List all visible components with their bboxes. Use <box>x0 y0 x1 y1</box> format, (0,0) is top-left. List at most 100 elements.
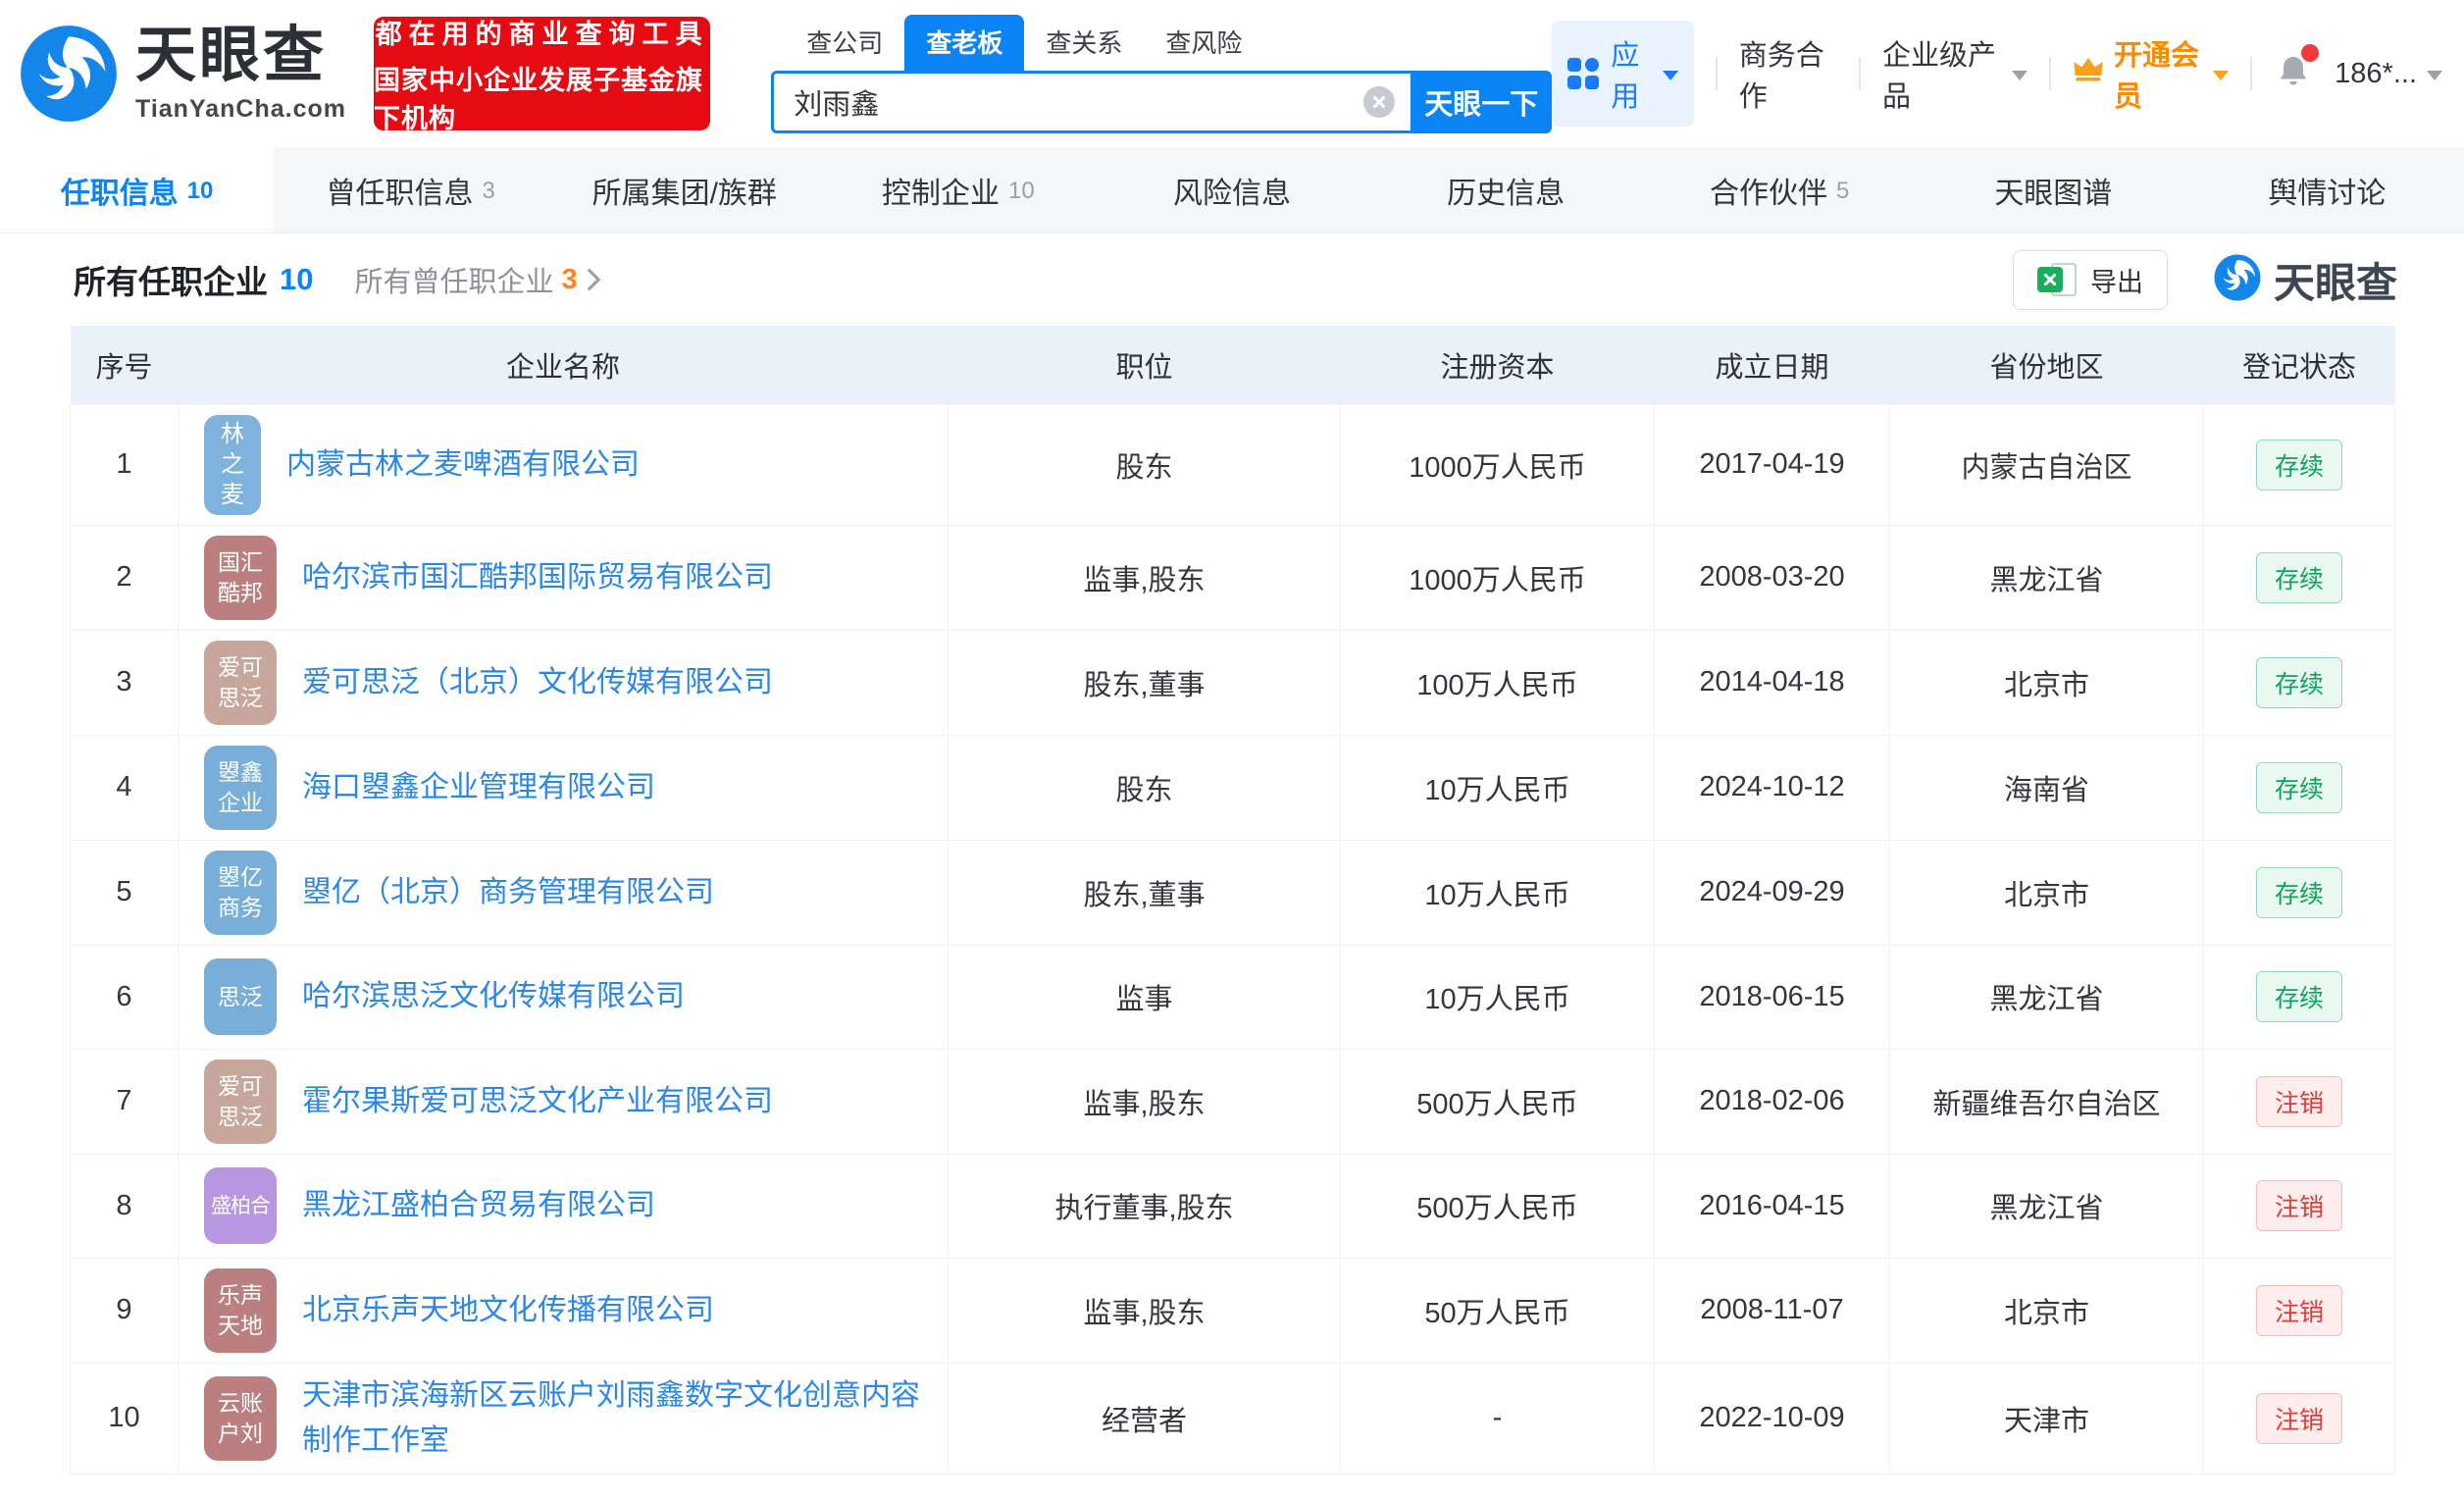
brand-domain: TianYanCha.com <box>135 95 346 124</box>
capital-cell: 50万人民币 <box>1340 1257 1655 1364</box>
status-badge: 注销 <box>2255 1284 2342 1336</box>
former-positions-link[interactable]: 所有曾任职企业 3 <box>354 259 601 300</box>
divider <box>2049 57 2051 90</box>
company-logo[interactable]: 盛柏合 <box>204 1167 277 1244</box>
search-tab-relation[interactable]: 查关系 <box>1024 15 1144 71</box>
company-logo[interactable]: 爱可 思泛 <box>204 1059 277 1144</box>
date-cell: 2017-04-19 <box>1654 403 1890 526</box>
tab-public-opinion[interactable]: 舆情讨论 <box>2190 147 2464 233</box>
position-cell: 股东 <box>948 403 1341 526</box>
apps-menu[interactable]: 应用 <box>1552 21 1694 127</box>
export-button[interactable]: 导出 <box>2012 249 2168 310</box>
company-logo[interactable]: 曌亿 商务 <box>204 850 277 935</box>
position-cell: 监事,股东 <box>948 1257 1341 1364</box>
region-cell: 天津市 <box>1889 1362 2204 1474</box>
profile-tabbar: 任职信息 10 曾任职信息 3 所属集团/族群 控制企业 10 风险信息 历史信息 合… <box>0 147 2464 233</box>
company-name-link[interactable]: 哈尔滨思泛文化传媒有限公司 <box>302 974 685 1019</box>
tab-group[interactable]: 所属集团/族群 <box>547 147 821 233</box>
company-name-link[interactable]: 北京乐声天地文化传播有限公司 <box>302 1288 714 1333</box>
company-logo[interactable]: 爱可 思泛 <box>204 640 277 725</box>
notifications-bell[interactable] <box>2274 43 2320 96</box>
region-cell: 北京市 <box>1889 1257 2204 1364</box>
company-logo[interactable]: 乐声 天地 <box>204 1267 277 1353</box>
company-logo[interactable]: 林之麦 <box>204 414 261 515</box>
status-badge: 存续 <box>2255 439 2342 491</box>
capital-cell: 100万人民币 <box>1340 629 1655 736</box>
nav-vip-membership[interactable]: 开通会员 <box>2073 32 2230 115</box>
nav-vip-label: 开通会员 <box>2113 40 2199 113</box>
region-cell: 新疆维吾尔自治区 <box>1889 1048 2204 1155</box>
status-badge: 存续 <box>2255 866 2342 918</box>
row-index: 7 <box>70 1048 179 1155</box>
company-logo[interactable]: 曌鑫 企业 <box>204 745 277 830</box>
tab-positions[interactable]: 任职信息 10 <box>0 147 275 233</box>
table-row: 2 国汇 酷邦 哈尔滨市国汇酷邦国际贸易有限公司 监事,股东 1000万人民币 2… <box>70 524 2395 631</box>
tab-controlled-companies[interactable]: 控制企业 10 <box>821 147 1095 233</box>
status-badge: 注销 <box>2255 1392 2342 1444</box>
col-company-name: 企业名称 <box>178 326 949 404</box>
status-badge: 注销 <box>2255 1075 2342 1127</box>
company-name-link[interactable]: 爱可思泛（北京）文化传媒有限公司 <box>302 660 773 705</box>
company-name-link[interactable]: 曌亿（北京）商务管理有限公司 <box>302 870 714 915</box>
capital-cell: 1000万人民币 <box>1340 403 1655 526</box>
tab-former-positions[interactable]: 曾任职信息 3 <box>274 147 547 233</box>
capital-cell: 500万人民币 <box>1340 1048 1655 1155</box>
brand-name: 天眼查 <box>135 21 328 89</box>
position-cell: 经营者 <box>948 1362 1341 1474</box>
company-logo[interactable]: 思泛 <box>204 958 277 1035</box>
export-label: 导出 <box>2089 267 2143 297</box>
date-cell: 2022-10-09 <box>1654 1362 1890 1474</box>
table-row: 1 林之麦 内蒙古林之麦啤酒有限公司 股东 1000万人民币 2017-04-1… <box>70 403 2395 526</box>
tianyancha-watermark: 天眼查 <box>2213 250 2397 310</box>
apps-label: 应用 <box>1611 40 1640 113</box>
clear-search-icon[interactable] <box>1363 85 1396 118</box>
date-cell: 2018-02-06 <box>1654 1048 1890 1155</box>
nav-enterprise-products[interactable]: 企业级产品 <box>1882 32 2028 115</box>
tianyancha-logo[interactable]: 天眼查 TianYanCha.com <box>18 23 346 125</box>
company-name-link[interactable]: 天津市滨海新区云账户刘雨鑫数字文化创意内容制作工作室 <box>302 1373 926 1464</box>
col-registration-status: 登记状态 <box>2203 326 2395 404</box>
promo-line-2: 国家中小企业发展子基金旗下机构 <box>374 65 703 133</box>
user-account-menu[interactable]: 186*... <box>2335 57 2443 90</box>
promo-banner: 都在用的商业查询工具 国家中小企业发展子基金旗下机构 <box>374 17 711 133</box>
divider <box>2250 57 2253 90</box>
promo-line-1: 都在用的商业查询工具 <box>375 19 709 49</box>
company-name-link[interactable]: 黑龙江盛柏合贸易有限公司 <box>302 1183 655 1228</box>
capital-cell: 10万人民币 <box>1340 734 1655 841</box>
region-cell: 海南省 <box>1889 734 2204 841</box>
search-tab-risk[interactable]: 查风险 <box>1144 15 1263 71</box>
tab-label: 天眼图谱 <box>1994 177 2113 210</box>
region-cell: 内蒙古自治区 <box>1889 403 2204 526</box>
company-logo[interactable]: 云账 户刘 <box>204 1375 277 1461</box>
crown-icon <box>2073 56 2104 91</box>
excel-icon <box>2036 261 2077 298</box>
company-name-link[interactable]: 霍尔果斯爱可思泛文化产业有限公司 <box>302 1079 773 1124</box>
row-index: 5 <box>70 839 179 946</box>
tab-risk-info[interactable]: 风险信息 <box>1095 147 1368 233</box>
tab-partners[interactable]: 合作伙伴 5 <box>1643 147 1917 233</box>
search-tabs: 查公司 查老板 查关系 查风险 <box>771 14 1552 71</box>
status-badge: 存续 <box>2255 971 2342 1022</box>
table-row: 5 曌亿 商务 曌亿（北京）商务管理有限公司 股东,董事 10万人民币 2024-… <box>70 839 2395 946</box>
tab-history-info[interactable]: 历史信息 <box>1369 147 1643 233</box>
table-row: 6 思泛 哈尔滨思泛文化传媒有限公司 监事 10万人民币 2018-06-15 … <box>70 944 2395 1050</box>
user-phone-label: 186*... <box>2335 57 2418 89</box>
company-name-link[interactable]: 内蒙古林之麦啤酒有限公司 <box>286 442 640 488</box>
tab-graph[interactable]: 天眼图谱 <box>1917 147 2190 233</box>
company-name-link[interactable]: 海口曌鑫企业管理有限公司 <box>302 765 655 810</box>
search-tab-boss[interactable]: 查老板 <box>904 14 1025 71</box>
col-registered-capital: 注册资本 <box>1340 326 1655 404</box>
divider <box>1859 57 1861 90</box>
search-tab-company[interactable]: 查公司 <box>785 15 904 71</box>
chevron-down-icon <box>2213 71 2230 80</box>
region-cell: 北京市 <box>1889 839 2204 946</box>
former-positions-label: 所有曾任职企业 <box>354 267 554 298</box>
status-badge: 存续 <box>2255 551 2342 603</box>
company-logo[interactable]: 国汇 酷邦 <box>204 535 277 620</box>
row-index: 9 <box>70 1257 179 1364</box>
position-cell: 股东 <box>948 734 1341 841</box>
company-name-link[interactable]: 哈尔滨市国汇酷邦国际贸易有限公司 <box>302 555 773 600</box>
nav-business-cooperation[interactable]: 商务合作 <box>1739 32 1838 115</box>
search-input[interactable] <box>774 85 1364 118</box>
search-submit-button[interactable]: 天眼一下 <box>1411 70 1553 133</box>
